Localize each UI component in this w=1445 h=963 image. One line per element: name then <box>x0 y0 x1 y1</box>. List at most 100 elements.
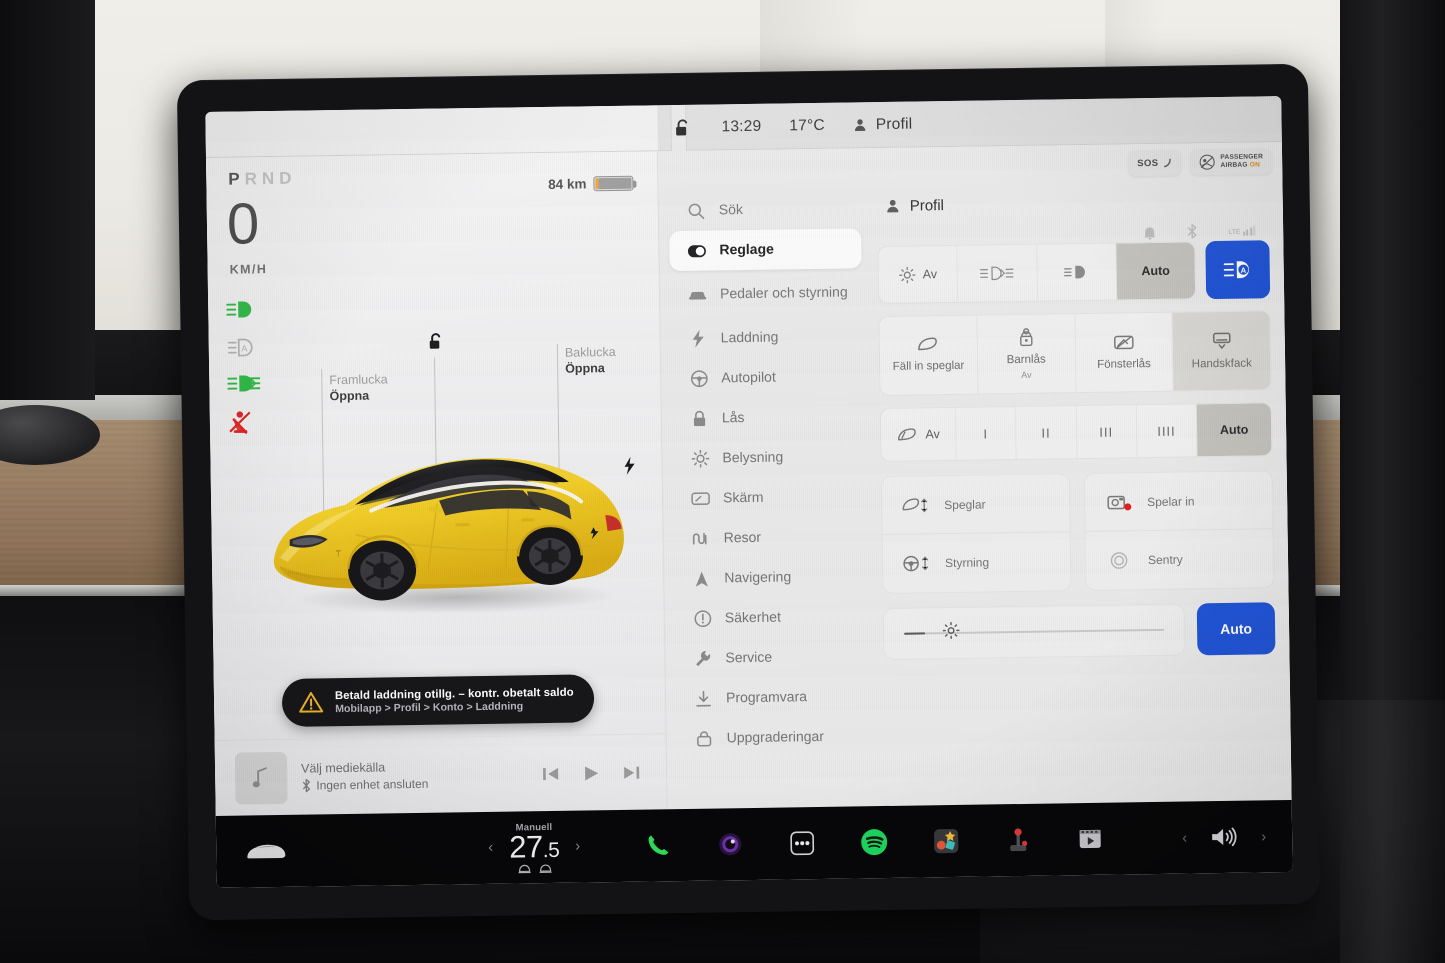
fold-mirrors-button[interactable]: Fäll in speglar <box>879 315 979 396</box>
arcade-app-icon[interactable] <box>1002 824 1034 856</box>
prev-track-button[interactable] <box>542 765 560 781</box>
settings-content: Profil LTE Av Auto A Fäll in speglar Bar… <box>870 142 1292 806</box>
lock-unlocked-icon[interactable] <box>673 117 693 137</box>
sos-badge[interactable]: SOS <box>1127 149 1182 177</box>
camera-app-icon[interactable] <box>714 828 746 860</box>
headlight-parking-cell[interactable] <box>957 244 1038 302</box>
airbag-icon <box>1199 154 1215 170</box>
wiper-off-label: Av <box>925 427 940 442</box>
alert-toast[interactable]: Betald laddning otillg. – kontr. obetalt… <box>281 674 595 727</box>
volume-next-arrow[interactable]: › <box>1261 828 1266 845</box>
lock-open-icon[interactable] <box>427 331 445 356</box>
sidebar-item-search[interactable]: Sök <box>669 188 862 231</box>
glovebox-label: Handskfack <box>1191 357 1252 371</box>
media-bar[interactable]: Välj mediekälla Ingen enhet ansluten <box>214 733 667 816</box>
sun-icon <box>690 449 709 468</box>
gear-selector[interactable]: PRND <box>228 169 296 190</box>
navigation-arrow-icon <box>692 570 711 587</box>
dashcam-label: Spelar in <box>1147 493 1195 509</box>
play-button[interactable] <box>582 764 600 782</box>
speed-unit: KM/H <box>229 262 268 277</box>
child-lock-state: Av <box>1021 370 1032 381</box>
sidebar-item-las[interactable]: Lås <box>672 396 865 439</box>
toggle-icon <box>687 244 706 257</box>
sidebar-item-service[interactable]: Service <box>675 636 868 679</box>
climate-temp-dec: .5 <box>542 838 560 862</box>
sidebar-item-belysning[interactable]: Belysning <box>672 436 865 479</box>
rear-trunk-control[interactable]: Baklucka Öppna <box>565 345 616 377</box>
touchscreen[interactable]: 13:29 17°C Profil PRND 0 KM/H 84 km A Fr… <box>205 96 1293 888</box>
profile-button[interactable]: Profil <box>853 115 913 134</box>
car-front-icon[interactable] <box>238 840 294 863</box>
volume-prev-arrow[interactable]: ‹ <box>1182 829 1187 846</box>
front-trunk-control[interactable]: Framlucka Öppna <box>329 372 388 404</box>
wiper-speed-segmented[interactable]: Av I II III IIII Auto <box>879 402 1273 463</box>
media-status-text: Ingen enhet ansluten <box>316 776 429 793</box>
bell-icon[interactable] <box>1143 224 1156 240</box>
dashcam-row[interactable]: Spelar in <box>1084 471 1273 533</box>
headlight-off-cell[interactable]: Av <box>878 245 959 304</box>
glovebox-button[interactable]: Handskfack <box>1172 311 1271 391</box>
sidebar-item-sakerhet[interactable]: Säkerhet <box>675 596 868 639</box>
climate-control[interactable]: Manuell ‹ 27.5 › <box>488 821 581 873</box>
auto-high-beam-button[interactable]: A <box>1205 240 1271 300</box>
next-track-button[interactable] <box>622 764 640 780</box>
sidebar-item-pedaler-och-styrning[interactable]: Pedaler och styrning <box>670 268 863 319</box>
sentry-row[interactable]: Sentry <box>1086 529 1274 590</box>
person-icon <box>887 199 899 213</box>
sidebar-item-uppgraderingar[interactable]: Uppgraderingar <box>676 716 869 759</box>
bolt-icon <box>689 329 708 348</box>
app-icons <box>642 823 1106 862</box>
headlight-mode-segmented[interactable]: Av Auto <box>877 241 1197 305</box>
settings-panel: SOS PASSENGER AIRBAG ON Sök Reglage Peda… <box>657 142 1292 810</box>
brightness-slider[interactable] <box>882 603 1186 661</box>
wiper-speed-2-cell[interactable]: II <box>1016 406 1078 460</box>
headlight-auto-cell[interactable]: Auto <box>1116 242 1196 300</box>
volume-icon[interactable] <box>1209 825 1239 849</box>
theater-app-icon[interactable] <box>1074 823 1106 855</box>
volume-control[interactable]: ‹ › <box>1182 824 1266 849</box>
seat-heater-right-icon[interactable] <box>538 861 552 873</box>
range-indicator[interactable]: 84 km <box>548 175 634 192</box>
wiper-speed-1-cell[interactable]: I <box>955 407 1017 460</box>
sidebar-item-skarm[interactable]: Skärm <box>673 476 866 519</box>
window-lock-button[interactable]: Fönsterlås <box>1074 312 1174 393</box>
child-lock-button[interactable]: Barnlås Av <box>977 314 1077 394</box>
wiper-off-cell[interactable]: Av <box>880 407 957 462</box>
sentry-label: Sentry <box>1147 552 1183 568</box>
bluetooth-off-icon[interactable] <box>1186 223 1198 239</box>
sidebar-item-navigering[interactable]: Navigering <box>674 556 867 599</box>
steering-adjust-row[interactable]: Styrning <box>883 532 1071 593</box>
temp-decrease-button[interactable]: ‹ <box>488 839 493 856</box>
bluetooth-icon <box>302 778 311 793</box>
spotify-app-icon[interactable] <box>858 826 890 858</box>
vehicle-visualization[interactable]: Framlucka Öppna Baklucka Öppna <box>209 326 665 663</box>
headlight-lowbeam-cell[interactable] <box>1036 243 1117 301</box>
speed-value: 0 <box>226 191 260 257</box>
battery-icon <box>593 175 634 192</box>
display-icon <box>691 492 710 506</box>
phone-app-icon[interactable] <box>642 829 674 861</box>
toybox-app-icon[interactable] <box>930 825 962 857</box>
sidebar-item-laddning[interactable]: Laddning <box>670 316 863 359</box>
mirrors-adjust-row[interactable]: Speglar <box>881 474 1070 536</box>
seat-heater-left-icon[interactable] <box>517 862 531 873</box>
more-apps-icon[interactable] <box>786 827 818 859</box>
adjust-card-left: Speglar Styrning <box>880 473 1072 595</box>
car-icon <box>688 288 707 301</box>
sidebar-item-autopilot[interactable]: Autopilot <box>671 356 864 399</box>
brightness-icon[interactable] <box>942 622 960 644</box>
front-trunk-action: Öppna <box>329 388 370 403</box>
wiper-speed-4-cell[interactable]: IIII <box>1136 404 1198 458</box>
media-source-label[interactable]: Välj mediekälla <box>301 758 528 775</box>
low-beam-icon <box>1064 265 1086 279</box>
sidebar-item-resor[interactable]: Resor <box>673 516 866 559</box>
brightness-auto-button[interactable]: Auto <box>1196 602 1276 656</box>
wiper-speed-3-cell[interactable]: III <box>1076 405 1138 459</box>
brightness-track[interactable] <box>904 622 1165 639</box>
wiper-auto-cell[interactable]: Auto <box>1196 403 1272 457</box>
temp-increase-button[interactable]: › <box>575 838 580 855</box>
sidebar-item-reglage[interactable]: Reglage <box>669 228 862 272</box>
sidebar-item-programvara[interactable]: Programvara <box>676 676 869 719</box>
media-artwork[interactable] <box>234 751 288 805</box>
